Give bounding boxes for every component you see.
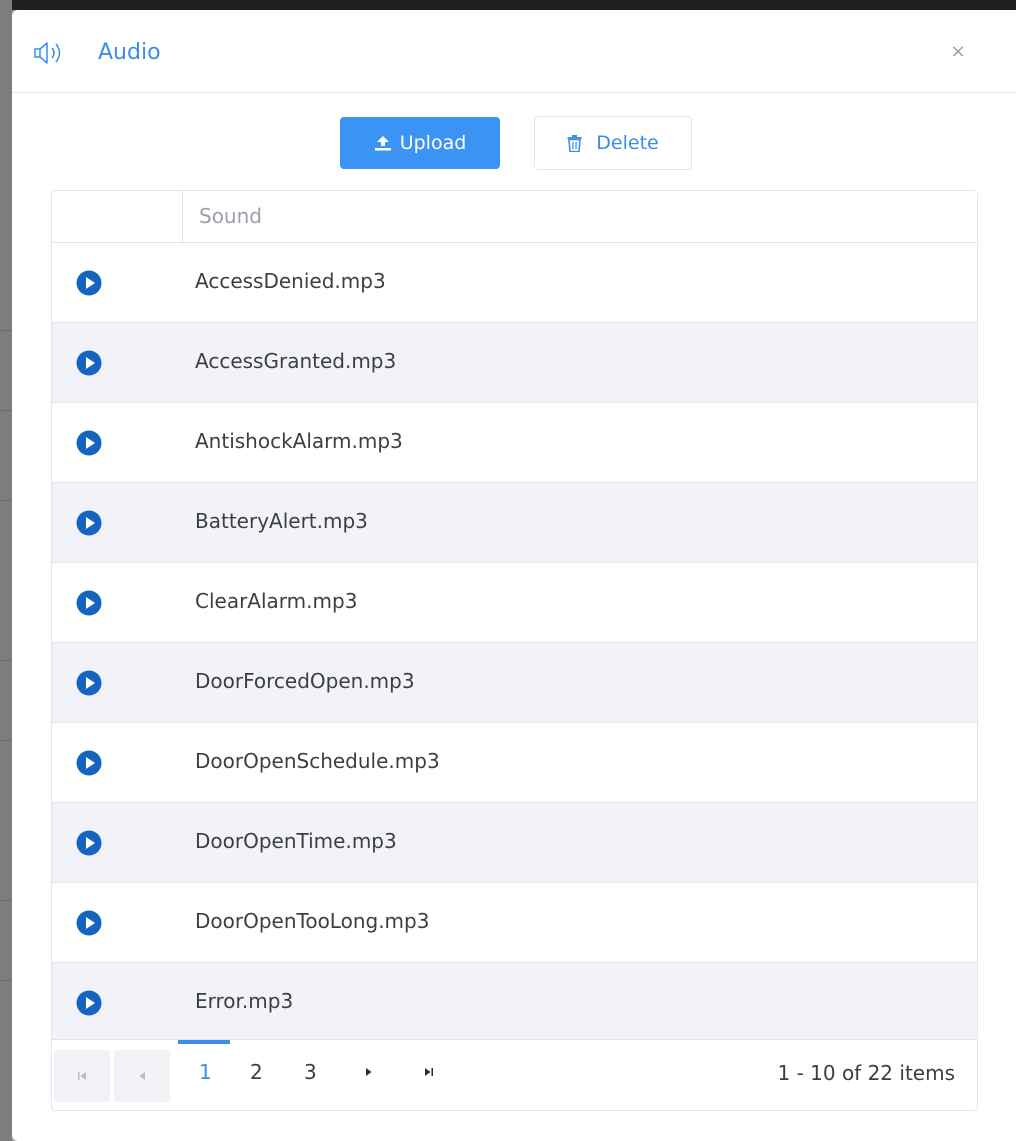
backdrop-rule — [0, 980, 12, 981]
prev-page-icon — [139, 1072, 145, 1080]
backdrop-rule — [0, 740, 12, 741]
sound-file-name: DoorOpenTime.mp3 — [195, 829, 397, 853]
close-icon[interactable]: × — [948, 42, 968, 62]
table-row[interactable]: AccessGranted.mp3 — [52, 323, 977, 403]
backdrop-left-strip — [0, 0, 12, 1141]
next-page-button[interactable] — [364, 1066, 374, 1081]
table-row[interactable]: DoorOpenTooLong.mp3 — [52, 883, 977, 963]
backdrop — [0, 0, 1016, 10]
sound-file-name: AccessDenied.mp3 — [195, 269, 386, 293]
backdrop-rule — [0, 660, 12, 661]
page-2-link[interactable]: 2 — [250, 1060, 263, 1084]
speaker-icon — [34, 42, 61, 64]
sound-file-name: DoorOpenSchedule.mp3 — [195, 749, 440, 773]
upload-icon — [374, 136, 391, 151]
backdrop-rule — [0, 330, 12, 331]
play-icon[interactable] — [76, 590, 102, 616]
play-icon[interactable] — [76, 750, 102, 776]
table-row[interactable]: BatteryAlert.mp3 — [52, 483, 977, 563]
page-1-link[interactable]: 1 — [199, 1060, 212, 1084]
upload-button[interactable]: Upload — [340, 117, 500, 169]
upload-button-label: Upload — [399, 132, 467, 154]
play-icon[interactable] — [76, 350, 102, 376]
page-3-link[interactable]: 3 — [304, 1060, 317, 1084]
table-row[interactable]: AntishockAlarm.mp3 — [52, 403, 977, 483]
prev-page-button[interactable] — [114, 1050, 170, 1102]
active-page-indicator — [178, 1040, 230, 1044]
play-icon[interactable] — [76, 270, 102, 296]
backdrop-rule — [0, 410, 12, 411]
sound-file-name: Error.mp3 — [195, 989, 294, 1013]
play-icon[interactable] — [76, 670, 102, 696]
table-row[interactable]: ClearAlarm.mp3 — [52, 563, 977, 643]
column-separator — [182, 191, 183, 243]
backdrop-rule — [0, 900, 12, 901]
sound-file-name: BatteryAlert.mp3 — [195, 509, 368, 533]
table-row[interactable]: DoorForcedOpen.mp3 — [52, 643, 977, 723]
sound-file-name: ClearAlarm.mp3 — [195, 589, 358, 613]
table-row[interactable]: Error.mp3 — [52, 963, 977, 1043]
next-page-icon — [366, 1068, 372, 1076]
audio-dialog: Audio × Upload Delete Sound AccessDenied… — [12, 10, 1016, 1141]
play-icon[interactable] — [76, 510, 102, 536]
first-page-icon — [78, 1072, 86, 1080]
table-row[interactable]: DoorOpenTime.mp3 — [52, 803, 977, 883]
play-icon[interactable] — [76, 830, 102, 856]
trash-icon — [567, 134, 582, 152]
delete-button[interactable]: Delete — [534, 116, 692, 170]
sound-file-name: DoorForcedOpen.mp3 — [195, 669, 415, 693]
last-page-icon — [425, 1068, 433, 1076]
play-icon[interactable] — [76, 430, 102, 456]
last-page-button[interactable] — [424, 1066, 434, 1081]
grid-header: Sound — [52, 191, 977, 243]
sound-file-name: AntishockAlarm.mp3 — [195, 429, 403, 453]
table-row[interactable]: AccessDenied.mp3 — [52, 243, 977, 323]
backdrop-rule — [0, 500, 12, 501]
sound-file-name: AccessGranted.mp3 — [195, 349, 397, 373]
pager-info: 1 - 10 of 22 items — [777, 1061, 955, 1085]
dialog-title: Audio — [98, 40, 161, 65]
table-row[interactable]: DoorOpenSchedule.mp3 — [52, 723, 977, 803]
sound-grid: Sound AccessDenied.mp3 AccessGranted.mp3 A… — [51, 190, 978, 1111]
delete-button-label: Delete — [596, 132, 659, 154]
column-header-sound[interactable]: Sound — [199, 204, 262, 228]
sound-file-name: DoorOpenTooLong.mp3 — [195, 909, 430, 933]
dialog-header: Audio × — [12, 10, 1016, 93]
play-icon[interactable] — [76, 910, 102, 936]
first-page-button[interactable] — [54, 1050, 110, 1102]
play-icon[interactable] — [76, 990, 102, 1016]
pager: 1 2 3 1 - 10 of 22 items — [52, 1039, 977, 1110]
